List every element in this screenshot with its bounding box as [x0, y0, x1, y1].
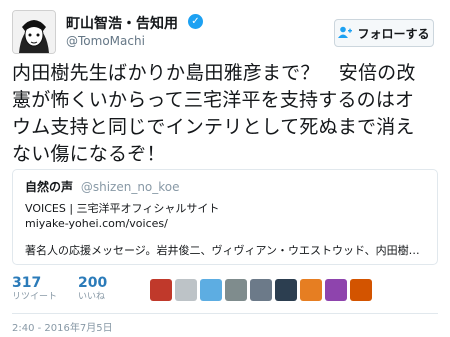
follow-button-label: フォローする — [357, 26, 430, 41]
tweet-text: 内田樹先生ばかりか島田雅彦まで？ 安倍の改 憲が怖くいからって三宅洋平を支持する… — [12, 60, 440, 168]
divider — [12, 313, 438, 314]
quoted-author: 自然の声 @shizen_no_koe — [25, 180, 425, 195]
tweet-text-line: ない傷になるぞ！ — [12, 143, 166, 165]
avatar-illustration — [13, 11, 55, 53]
like-count: 200 — [78, 275, 108, 291]
tweet-header: 町山智浩・告知用 ✓ @TomoMachi フォローする — [12, 10, 438, 56]
user-handle[interactable]: @TomoMachi — [66, 34, 145, 48]
tweet-text-line: 憲が怖くいからって三宅洋平を支持するのはオ — [12, 89, 415, 111]
quoted-author-name: 自然の声 — [25, 180, 74, 194]
liker-avatar[interactable] — [175, 279, 197, 301]
quoted-line-title: VOICES | 三宅洋平オフィシャルサイト — [25, 202, 220, 215]
liker-avatar[interactable] — [325, 279, 347, 301]
verified-badge-icon: ✓ — [188, 14, 203, 29]
tweet-stats: 317 リツイート 200 いいね — [12, 275, 438, 309]
tweet-text-line: ウム支持と同じでインテリとして死ぬまで消え — [12, 116, 415, 138]
tweet-timestamp[interactable]: 2:40 - 2016年7月5日 — [12, 319, 113, 334]
liker-avatar[interactable] — [300, 279, 322, 301]
liker-avatar[interactable] — [200, 279, 222, 301]
liker-avatar[interactable] — [350, 279, 372, 301]
follow-person-icon — [338, 26, 353, 41]
retweet-label: リツイート — [12, 292, 58, 302]
quoted-line-url[interactable]: miyake-yohei.com/voices/ — [25, 216, 425, 231]
retweet-count: 317 — [12, 275, 42, 291]
like-label: いいね — [78, 292, 106, 302]
liker-avatar[interactable] — [250, 279, 272, 301]
quoted-tweet-card[interactable]: 自然の声 @shizen_no_koe VOICES | 三宅洋平オフィシャルサ… — [12, 169, 438, 265]
quoted-line-description: 著名人の応援メッセージ。岩井俊二、ヴィヴィアン・ウエストウッド、内田樹、… — [25, 244, 425, 257]
tweet-text-line: 内田樹先生ばかりか島田雅彦まで？ 安倍の改 — [12, 62, 416, 84]
liker-avatars — [150, 279, 372, 301]
follow-button[interactable]: フォローする — [334, 19, 434, 47]
liker-avatar[interactable] — [275, 279, 297, 301]
retweet-stat[interactable]: 317 リツイート — [12, 275, 57, 303]
like-stat[interactable]: 200 いいね — [78, 275, 107, 303]
quoted-author-handle: @shizen_no_koe — [80, 180, 180, 194]
liker-avatar[interactable] — [225, 279, 247, 301]
user-display-name[interactable]: 町山智浩・告知用 — [66, 13, 178, 33]
liker-avatar[interactable] — [150, 279, 172, 301]
user-avatar[interactable] — [12, 10, 56, 54]
